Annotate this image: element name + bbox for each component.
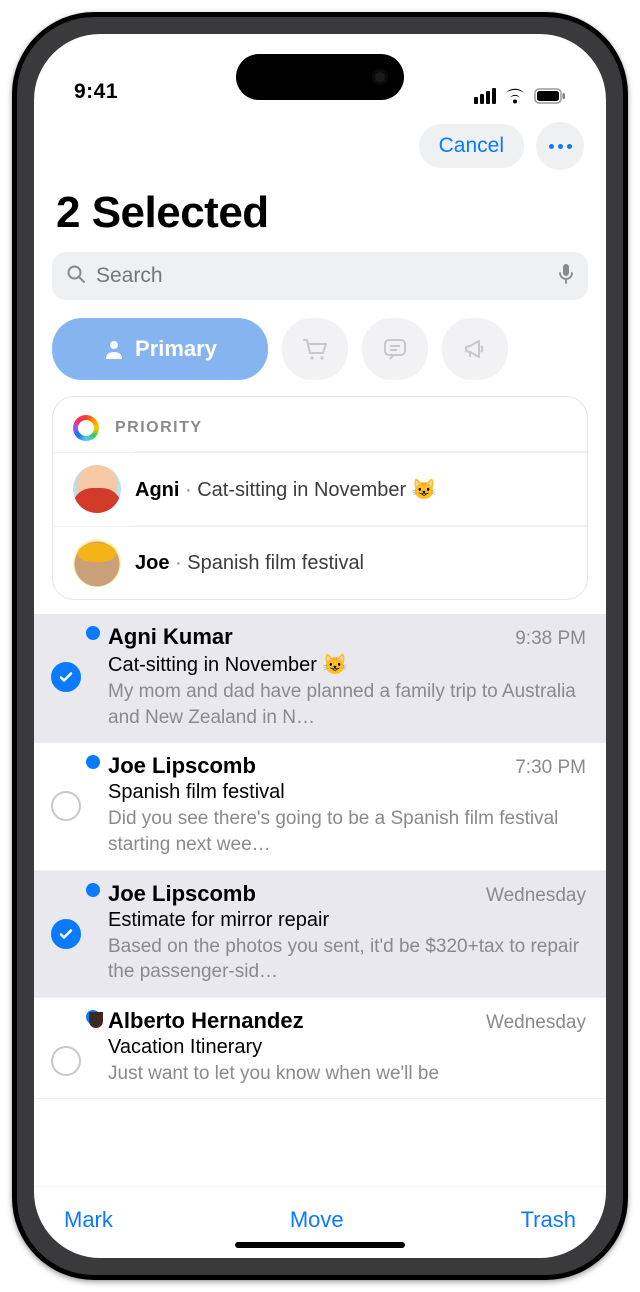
home-indicator xyxy=(235,1242,405,1248)
ellipsis-icon xyxy=(549,144,572,149)
unread-dot xyxy=(86,626,100,640)
message-preview: My mom and dad have planned a family tri… xyxy=(108,679,586,730)
priority-label: PRIORITY xyxy=(115,419,203,437)
priority-item[interactable]: Joe · Spanish film festival xyxy=(53,526,587,599)
apple-intelligence-icon xyxy=(73,415,99,441)
page-title: 2 Selected xyxy=(34,170,606,252)
category-shopping[interactable] xyxy=(282,318,348,380)
search-icon xyxy=(66,264,86,289)
status-indicators xyxy=(474,88,566,104)
category-promotions[interactable] xyxy=(442,318,508,380)
message-preview: Based on the photos you sent, it'd be $3… xyxy=(108,934,586,985)
dynamic-island xyxy=(236,54,404,100)
category-primary[interactable]: Primary xyxy=(52,318,268,380)
message-sender: Joe Lipscomb xyxy=(108,753,256,779)
category-updates[interactable] xyxy=(362,318,428,380)
cellular-icon xyxy=(474,88,496,104)
status-time: 9:41 xyxy=(74,80,118,104)
mark-button[interactable]: Mark xyxy=(64,1207,113,1233)
message-list: Agni Kumar 9:38 PM Cat-sitting in Novemb… xyxy=(34,614,606,1186)
priority-card: PRIORITY Agni · Cat-sitting in November … xyxy=(52,396,588,600)
priority-header: PRIORITY xyxy=(53,397,587,451)
wifi-icon xyxy=(504,88,526,104)
selection-checkbox[interactable] xyxy=(51,919,81,949)
cancel-button[interactable]: Cancel xyxy=(419,124,524,168)
selection-checkbox[interactable] xyxy=(51,1046,81,1076)
selection-checkbox[interactable] xyxy=(51,662,81,692)
category-primary-label: Primary xyxy=(135,336,217,362)
message-subject: Vacation Itinerary xyxy=(108,1036,586,1059)
phone-bezel: 9:41 Cancel 2 Selected xyxy=(17,17,623,1275)
person-icon xyxy=(103,338,125,360)
move-button[interactable]: Move xyxy=(290,1207,344,1233)
trash-button[interactable]: Trash xyxy=(521,1207,576,1233)
message-subject: Spanish film festival xyxy=(108,781,586,804)
avatar xyxy=(73,539,121,587)
battery-icon xyxy=(534,88,566,104)
message-time: 9:38 PM xyxy=(515,628,586,650)
message-row[interactable]: Joe Lipscomb Wednesday Estimate for mirr… xyxy=(34,871,606,998)
category-tabs: Primary xyxy=(34,300,606,396)
message-icon xyxy=(381,335,409,363)
priority-item[interactable]: Agni · Cat-sitting in November 😺 xyxy=(53,452,587,525)
more-button[interactable] xyxy=(536,122,584,170)
selection-checkbox[interactable] xyxy=(51,791,81,821)
header-actions: Cancel xyxy=(34,112,606,170)
search-field[interactable] xyxy=(52,252,588,300)
microphone-icon[interactable] xyxy=(558,263,574,290)
message-row[interactable]: Alberto Hernandez Wednesday Vacation Iti… xyxy=(34,998,606,1100)
message-row[interactable]: Agni Kumar 9:38 PM Cat-sitting in Novemb… xyxy=(34,614,606,743)
message-subject: Estimate for mirror repair xyxy=(108,909,586,932)
message-time: Wednesday xyxy=(486,1012,586,1034)
cart-icon xyxy=(301,335,329,363)
unread-dot xyxy=(86,755,100,769)
message-sender: Alberto Hernandez xyxy=(108,1008,304,1034)
screen: 9:41 Cancel 2 Selected xyxy=(34,34,606,1258)
priority-item-text: Agni · Cat-sitting in November 😺 xyxy=(135,477,437,502)
message-time: Wednesday xyxy=(486,885,586,907)
message-subject: Cat-sitting in November 😺 xyxy=(108,652,586,677)
message-sender: Joe Lipscomb xyxy=(108,881,256,907)
unread-dot xyxy=(86,883,100,897)
message-time: 7:30 PM xyxy=(515,757,586,779)
search-input[interactable] xyxy=(96,264,548,288)
message-preview: Did you see there's going to be a Spanis… xyxy=(108,806,586,857)
message-sender: Agni Kumar xyxy=(108,624,233,650)
message-preview: Just want to let you know when we'll be xyxy=(108,1061,586,1087)
message-row[interactable]: Joe Lipscomb 7:30 PM Spanish film festiv… xyxy=(34,743,606,870)
megaphone-icon xyxy=(461,335,489,363)
priority-item-text: Joe · Spanish film festival xyxy=(135,552,364,575)
phone-frame: 9:41 Cancel 2 Selected xyxy=(12,12,628,1280)
avatar xyxy=(73,465,121,513)
